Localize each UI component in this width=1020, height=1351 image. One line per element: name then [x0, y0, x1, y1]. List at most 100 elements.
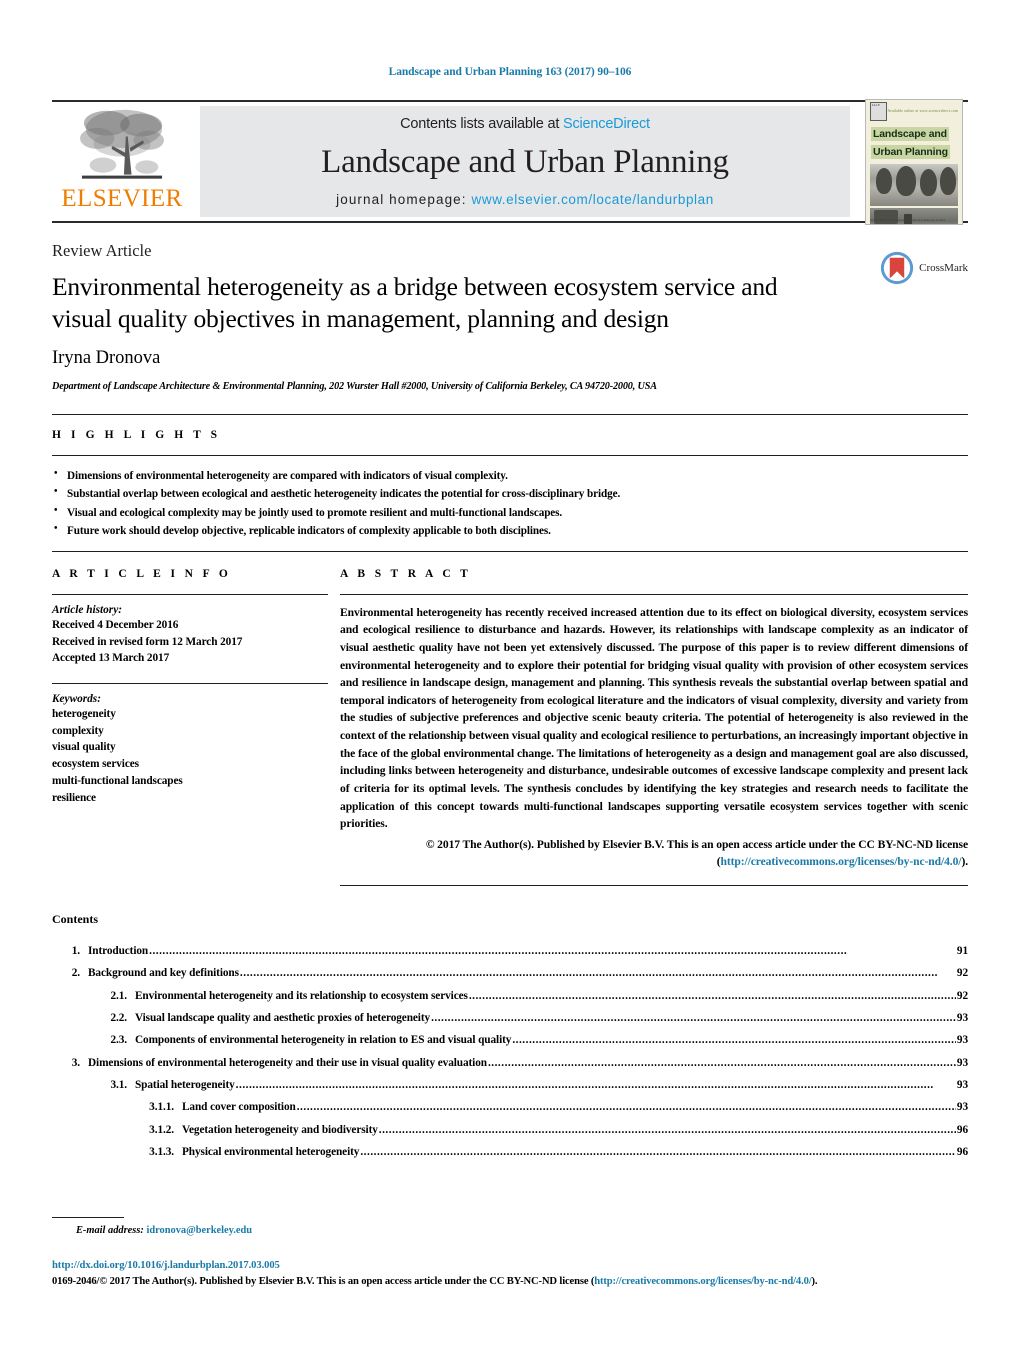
article-first-page: Landscape and Urban Planning 163 (2017) …	[0, 0, 1020, 1351]
toc-number: 3.1.	[110, 1079, 127, 1092]
toc-leader: ........................................…	[378, 1124, 956, 1136]
toc-leader: ........................................…	[512, 1035, 956, 1047]
keyword-item: visual quality	[52, 741, 116, 754]
page-title: Environmental heterogeneity as a bridge …	[52, 272, 778, 334]
history-accepted: Accepted 13 March 2017	[52, 652, 170, 665]
toc-entry[interactable]: 3.1.3. Physical environmental heterogene…	[52, 1146, 968, 1159]
toc-label: Physical environmental heterogeneity	[182, 1146, 360, 1159]
keyword-item: heterogeneity	[52, 707, 116, 720]
highlights-top-rule	[52, 414, 968, 416]
toc-page-number: 93	[956, 1012, 968, 1025]
highlights-section: H I G H L I G H T S Dimensions of enviro…	[52, 429, 968, 552]
footer-copyright-suffix: ).	[811, 1275, 818, 1287]
email-link[interactable]: idronova@berkeley.edu	[146, 1225, 252, 1236]
footer-license-link-part1[interactable]: http://creativecommons.org/licenses/by-n…	[594, 1276, 796, 1287]
toc-page-number: 93	[956, 1079, 968, 1092]
toc-page-number: 96	[956, 1146, 968, 1159]
journal-banner: Contents lists available at ScienceDirec…	[200, 106, 850, 217]
contents-lists-prefix: Contents lists available at	[400, 116, 563, 132]
email-label: E-mail address:	[76, 1225, 144, 1237]
footnote-separator	[52, 1217, 124, 1219]
keyword-item: multi-functional landscapes	[52, 774, 183, 787]
license-link[interactable]: http://creativecommons.org/licenses/by-n…	[721, 855, 962, 868]
keywords-rule	[52, 682, 328, 684]
crossmark-icon	[880, 251, 914, 285]
cover-footer-text: ELSEVIER An International Journal of Lan…	[870, 217, 946, 222]
toc-page-number: 92	[956, 967, 968, 980]
abstract-bottom-rule	[340, 884, 968, 886]
journal-homepage-line: journal homepage: www.elsevier.com/locat…	[336, 192, 714, 207]
list-item: Future work should develop objective, re…	[52, 521, 968, 540]
article-history-label: Article history:	[52, 603, 122, 616]
history-received: Received 4 December 2016	[52, 618, 179, 631]
cover-title-line-1: Landscape and	[871, 126, 949, 141]
journal-masthead: ELSEVIER Contents lists available at Sci…	[52, 98, 968, 225]
elsevier-logo: ELSEVIER	[52, 102, 192, 221]
cover-title-line-2: Urban Planning	[871, 144, 950, 159]
toc-number: 3.	[71, 1056, 80, 1069]
toc-entry[interactable]: 3.1. Spatial heterogeneity .............…	[52, 1079, 968, 1092]
toc-number: 2.3.	[110, 1034, 127, 1047]
abstract-rule	[340, 593, 968, 595]
toc-label: Visual landscape quality and aesthetic p…	[135, 1012, 431, 1025]
toc-entry[interactable]: 3.1.1. Land cover composition ..........…	[52, 1102, 968, 1114]
toc-page-number: 96	[956, 1123, 968, 1136]
abstract-text: Environmental heterogeneity has recently…	[340, 605, 968, 831]
toc-leader: ........................................…	[431, 1013, 956, 1025]
author-list: Iryna Dronova	[52, 348, 161, 369]
toc-number: 2.2.	[110, 1012, 127, 1025]
highlights-list: Dimensions of environmental heterogeneit…	[52, 456, 968, 551]
elsevier-wordmark: ELSEVIER	[61, 185, 183, 212]
toc-leader: ........................................…	[296, 1102, 956, 1114]
running-head: Landscape and Urban Planning 163 (2017) …	[388, 66, 632, 78]
article-type-label: Review Article	[52, 241, 152, 260]
toc-page-number: 93	[956, 1101, 968, 1114]
abstract-heading: A B S T R A C T	[340, 567, 472, 580]
page-footer: E-mail address: idronova@berkeley.edu ht…	[52, 1217, 968, 1289]
toc-leader: ........................................…	[239, 968, 939, 980]
crossmark-badge[interactable]: CrossMark	[880, 251, 968, 285]
toc-entry[interactable]: 2.2. Visual landscape quality and aesthe…	[52, 1012, 968, 1025]
doi-link[interactable]: http://dx.doi.org/10.1016/j.landurbplan.…	[52, 1258, 968, 1273]
toc-page-number: 91	[956, 944, 968, 957]
toc-leader: ........................................…	[235, 1080, 934, 1092]
toc-entry[interactable]: 1. Introduction ........................…	[52, 944, 968, 958]
sciencedirect-link[interactable]: ScienceDirect	[563, 116, 650, 132]
toc-page-number: 93	[956, 1034, 968, 1047]
toc-entry[interactable]: 2.1. Environmental heterogeneity and its…	[52, 990, 968, 1003]
history-revised: Received in revised form 12 March 2017	[52, 635, 243, 648]
article-info-rule	[52, 593, 328, 595]
cover-top-right-text: Available online at www.sciencedirect.co…	[887, 109, 958, 114]
toc-entry[interactable]: 3.1.2. Vegetation heterogeneity and biod…	[52, 1123, 968, 1137]
toc-label: Components of environmental heterogeneit…	[135, 1034, 512, 1047]
toc-entry[interactable]: 2.3. Components of environmental heterog…	[52, 1035, 968, 1047]
toc-label: Land cover composition	[182, 1101, 296, 1114]
toc-number: 1.	[71, 944, 80, 957]
elsevier-tree-icon	[80, 109, 164, 179]
contents-section: Contents 1. Introduction ...............…	[52, 886, 968, 1159]
toc-leader: ........................................…	[149, 945, 848, 957]
journal-cover-thumbnail: IALE Available online at www.sciencedire…	[860, 98, 968, 225]
toc-number: 2.	[71, 967, 80, 980]
crossmark-label: CrossMark	[919, 262, 968, 274]
abstract-column: A B S T R A C T Environmental heterogene…	[340, 568, 968, 886]
title-block: Review Article Environmental heterogenei…	[52, 223, 968, 392]
toc-leader: ........................................…	[360, 1147, 956, 1159]
abstract-license: © 2017 The Author(s). Published by Elsev…	[340, 836, 968, 871]
footer-license-link-part2[interactable]: 4.0/	[796, 1276, 812, 1287]
list-item: Visual and ecological complexity may be …	[52, 503, 968, 522]
toc-number: 3.1.1.	[149, 1101, 174, 1114]
corresponding-email-line: E-mail address: idronova@berkeley.edu	[52, 1225, 968, 1236]
journal-cover-image: IALE Available online at www.sciencedire…	[865, 98, 963, 225]
toc-entry[interactable]: 3. Dimensions of environmental heterogen…	[52, 1056, 968, 1070]
toc-leader: ........................................…	[487, 1057, 956, 1069]
toc-entry[interactable]: 2. Background and key definitions ......…	[52, 967, 968, 980]
abstract-copyright-suffix: ).	[961, 855, 968, 869]
homepage-label: journal homepage:	[336, 192, 472, 207]
homepage-url-link[interactable]: www.elsevier.com/locate/landurbplan	[472, 192, 714, 207]
toc-leader: ........................................…	[468, 990, 956, 1002]
toc-label: Background and key definitions	[88, 967, 239, 980]
toc-label: Introduction	[88, 944, 149, 957]
author-affiliation: Department of Landscape Architecture & E…	[52, 381, 657, 393]
cover-society-badge: IALE	[870, 102, 887, 121]
